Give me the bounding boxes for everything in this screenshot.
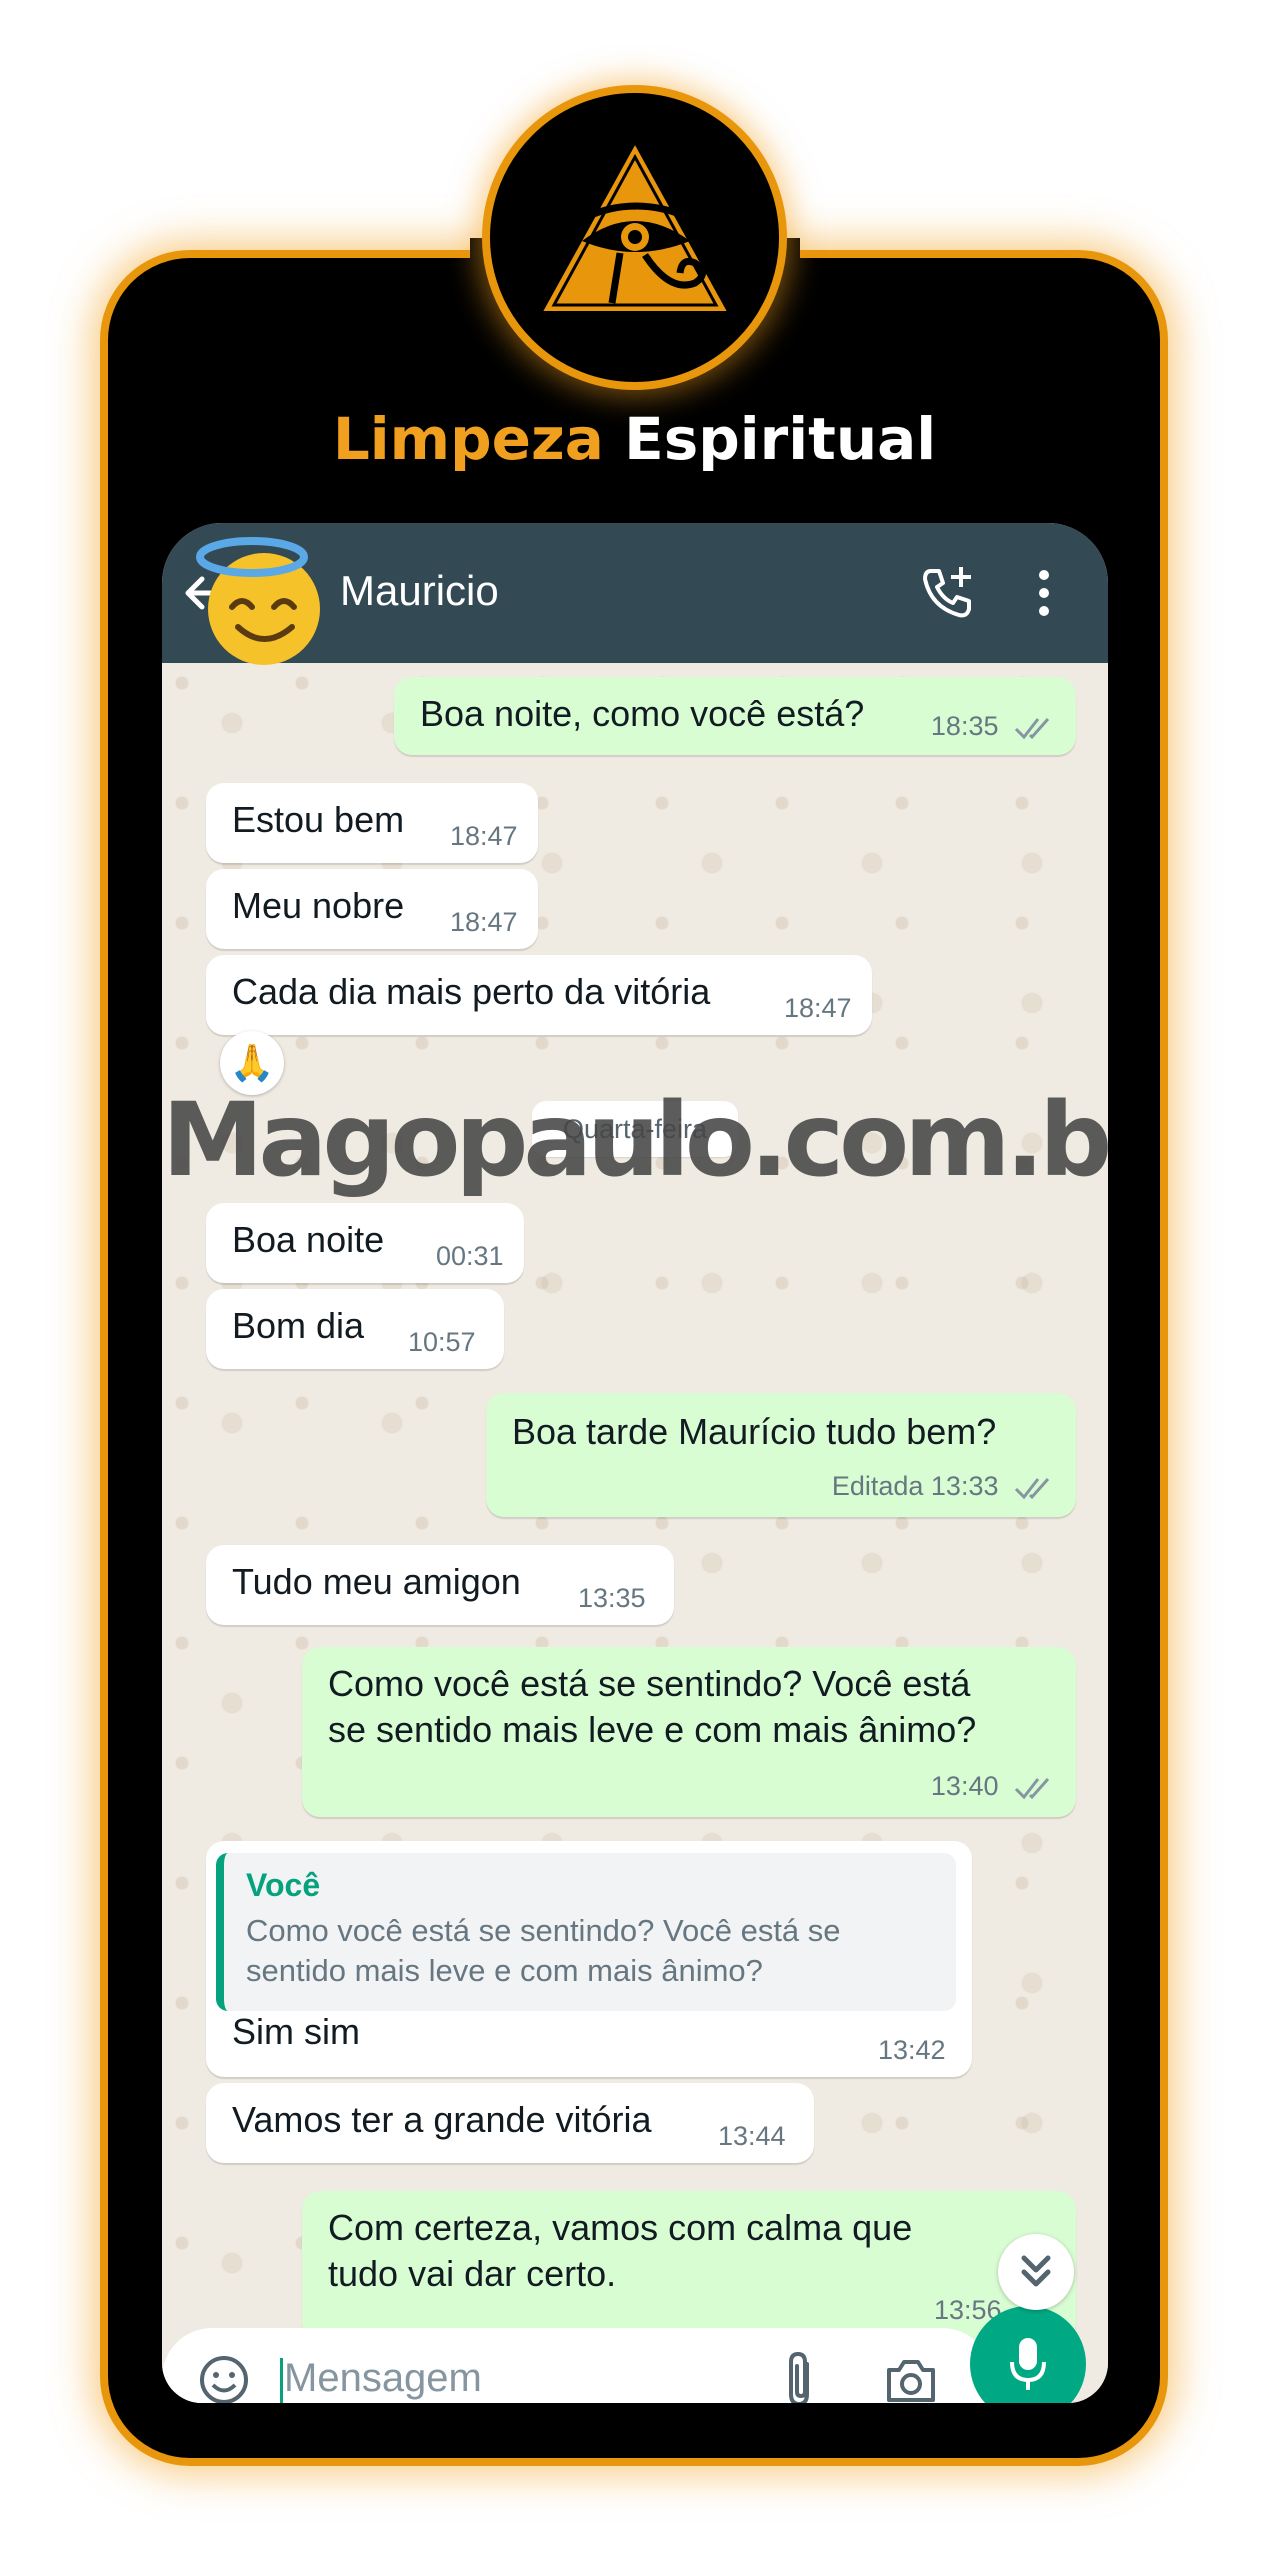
message-text: Boa noite, como você está? [420,693,865,734]
message-text: Com certeza, vamos com calma que tudo va… [328,2207,913,2294]
brand-title-word2: Espiritual [624,405,937,473]
message-text: Boa tarde Maurício tudo bem? [512,1411,997,1452]
message-time: 13:42 [878,2035,946,2065]
double-chevron-down-icon [1021,2255,1051,2287]
message-time: 00:31 [436,1241,504,1271]
message-incoming-reply[interactable]: Você Como você está se sentindo? Você es… [206,1841,972,2077]
message-input[interactable]: Mensagem [284,2356,482,2401]
contact-avatar-angel-emoji-icon[interactable] [192,527,342,677]
message-time-label: 13:33 [930,1471,999,1501]
message-incoming[interactable]: Boa noite 00:31 [206,1203,524,1283]
message-text: Bom dia [232,1305,365,1346]
read-ticks-icon [1014,1477,1050,1500]
message-text: Estou bem [232,799,405,840]
message-text: Como você está se sentindo? Você está se… [328,1663,977,1750]
message-time: Editada 13:33 [832,1471,1056,1502]
message-text: Vamos ter a grande vitória [232,2099,652,2140]
message-time-label: 18:35 [930,711,999,741]
logo-badge [482,85,787,390]
brand-title: Limpeza Espiritual [0,405,1269,473]
message-text: Boa noite [232,1219,385,1260]
message-incoming[interactable]: Bom dia 10:57 [206,1289,504,1369]
message-reaction[interactable]: 🙏 [220,1031,284,1095]
emoji-icon[interactable] [198,2354,250,2403]
message-outgoing[interactable]: Como você está se sentindo? Você está se… [302,1647,1076,1817]
message-time-label: 13:40 [930,1771,999,1801]
message-time: 18:47 [450,907,518,937]
quoted-message[interactable]: Você Como você está se sentindo? Você es… [216,1853,956,2011]
contact-name[interactable]: Mauricio [340,567,499,615]
message-incoming[interactable]: Estou bem 18:47 [206,783,538,863]
message-time: 13:35 [578,1583,646,1613]
more-options-icon[interactable] [1032,567,1056,619]
chat-area[interactable]: Boa noite, como você está? 18:35 Estou b… [162,663,1108,2403]
microphone-icon [1010,2338,1046,2390]
message-text: Cada dia mais perto da vitória [232,971,711,1012]
message-time: 13:40 [931,1771,1056,1802]
camera-icon[interactable] [883,2354,939,2403]
message-time: 13:44 [718,2121,786,2151]
message-time: 10:57 [408,1327,476,1357]
message-time: 18:35 [931,711,1056,742]
eye-of-horus-logo-icon [536,136,734,315]
read-ticks-icon [1014,1777,1050,1800]
message-input-bar[interactable]: Mensagem [162,2328,992,2403]
message-incoming[interactable]: Tudo meu amigon 13:35 [206,1545,674,1625]
edited-label: Editada [831,1471,924,1501]
message-time: 18:47 [450,821,518,851]
quoted-text: Como você está se sentindo? Você está se… [246,1913,841,1988]
message-time: 18:47 [784,993,852,1023]
message-outgoing[interactable]: Boa noite, como você está? 18:35 [394,677,1076,755]
message-outgoing[interactable]: Com certeza, vamos com calma que tudo va… [302,2191,1076,2341]
scroll-to-bottom-button[interactable] [998,2234,1074,2310]
message-incoming[interactable]: Vamos ter a grande vitória 13:44 [206,2083,814,2163]
message-outgoing[interactable]: Boa tarde Maurício tudo bem? Editada 13:… [486,1393,1076,1517]
chat-screen: Mauricio Boa noite, como você está? 18:3… [162,523,1108,2403]
message-text: Tudo meu amigon [232,1561,521,1602]
date-divider: Quarta-feira [532,1101,738,1157]
message-incoming[interactable]: Cada dia mais perto da vitória 18:47 [206,955,872,1035]
add-call-icon[interactable] [917,563,977,623]
message-text: Sim sim [232,2011,360,2052]
message-text: Meu nobre [232,885,405,926]
brand-title-word1: Limpeza [332,405,604,473]
attach-icon[interactable] [775,2350,825,2403]
read-ticks-icon [1014,717,1050,740]
text-caret [280,2358,283,2403]
quoted-author: Você [246,1867,321,1903]
message-incoming[interactable]: Meu nobre 18:47 [206,869,538,949]
